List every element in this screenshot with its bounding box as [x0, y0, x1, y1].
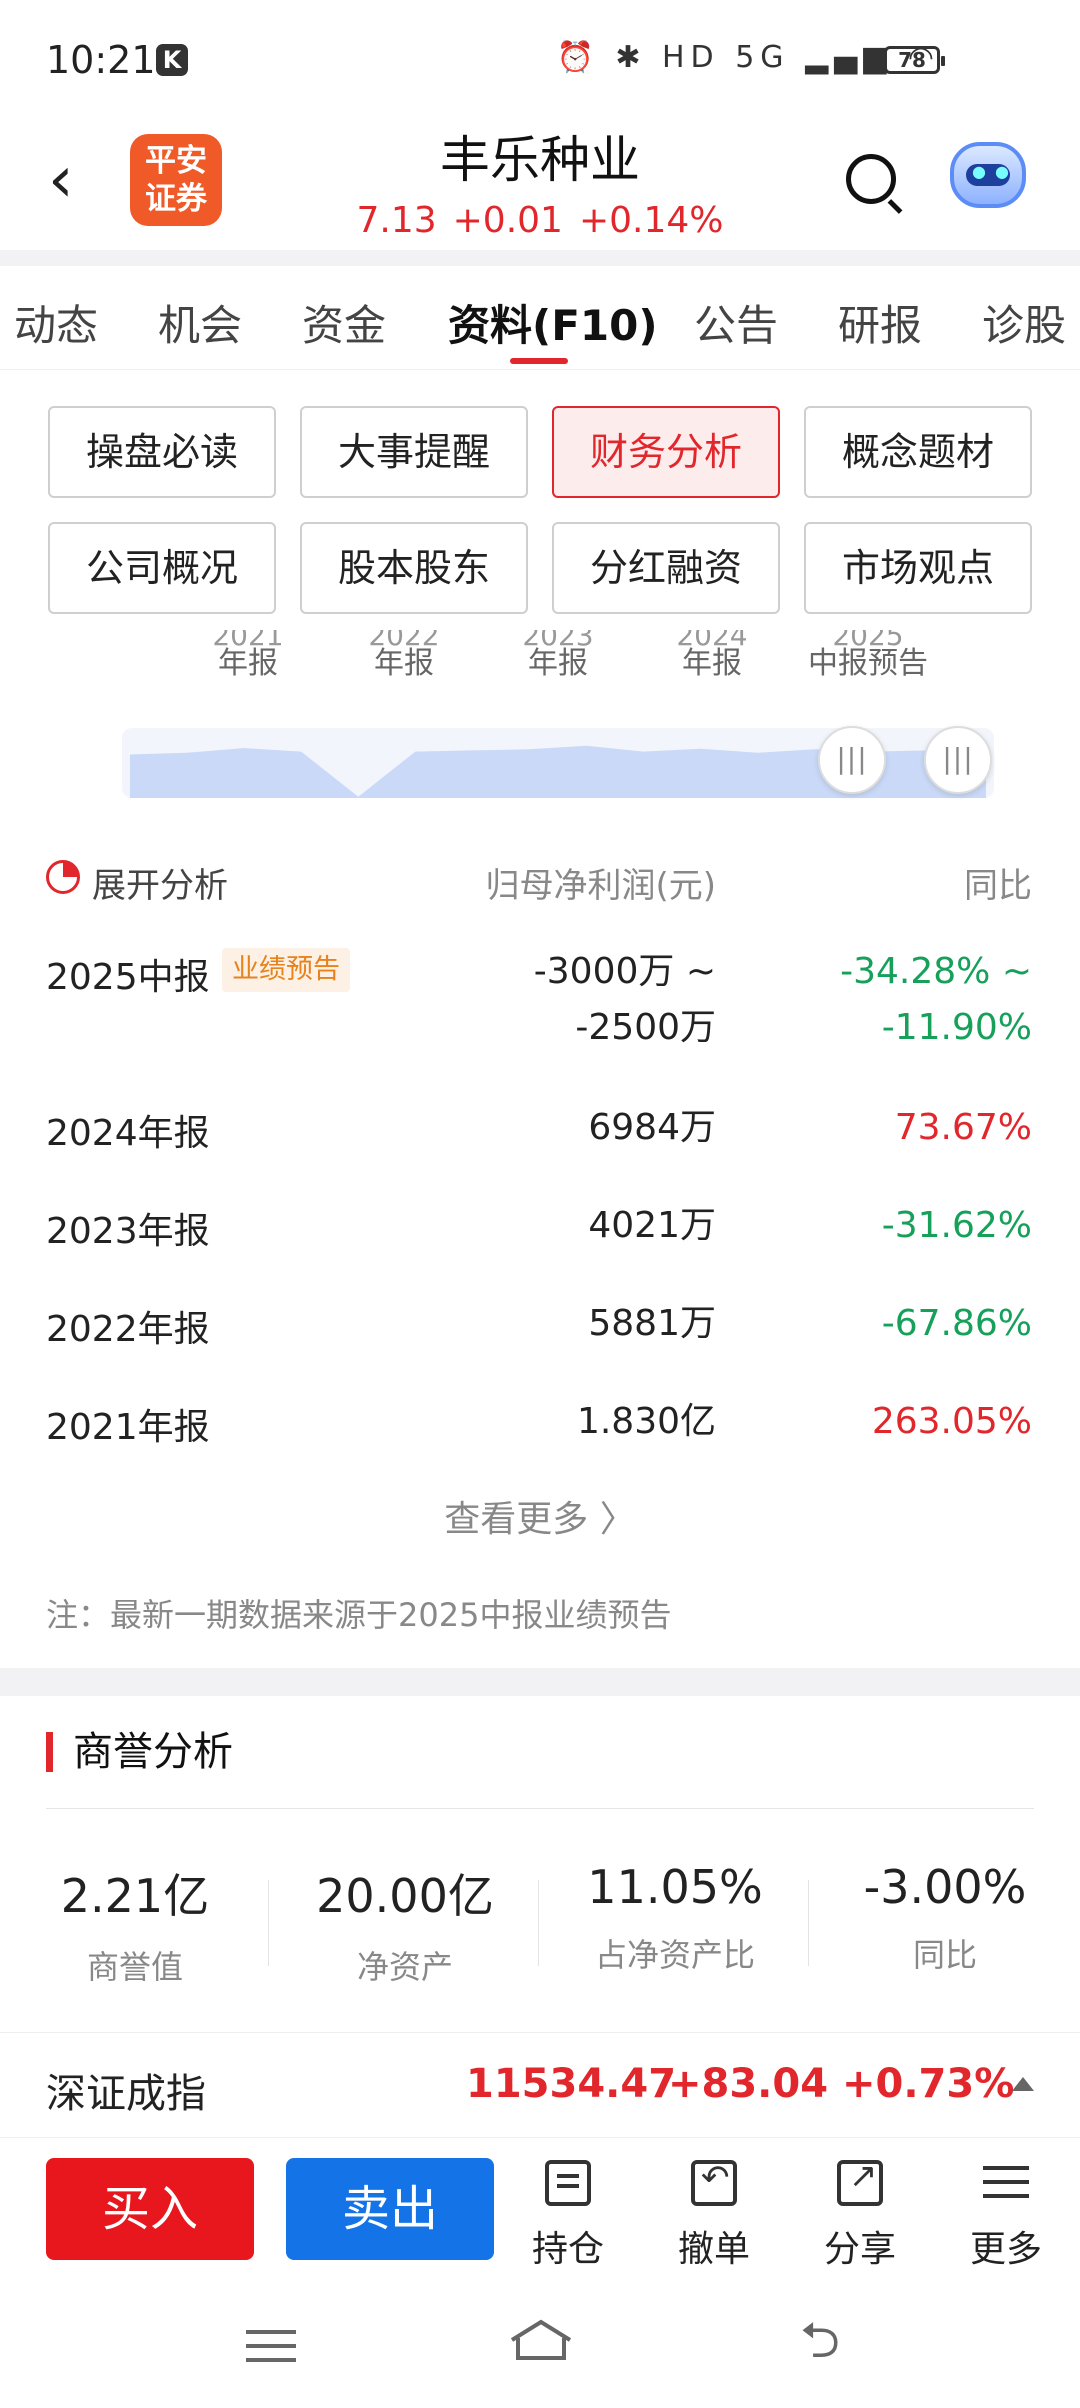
- pie-chart-icon[interactable]: [46, 860, 80, 894]
- btn-shareholders[interactable]: 股本股东: [300, 522, 528, 614]
- goodwill-stat: 2.21亿 商誉值: [60, 1869, 210, 1986]
- year-label: 2025 中报预告: [808, 630, 928, 681]
- cancel-order-button[interactable]: 撤单: [664, 2158, 764, 2272]
- col-header-yoy: 同比: [964, 866, 1032, 906]
- tab-opportunities[interactable]: 机会: [158, 292, 242, 353]
- status-time: 10:21: [46, 38, 156, 82]
- ai-assistant-robot-icon[interactable]: [950, 142, 1026, 208]
- index-ticker-bar[interactable]: 深证成指 11534.47 +83.04 +0.73%: [0, 2032, 1080, 2138]
- k-app-icon: K: [156, 44, 188, 76]
- divider: [0, 1668, 1080, 1696]
- row-yoy: -11.90%: [881, 1007, 1032, 1048]
- share-icon: [837, 2156, 883, 2206]
- btn-major-events[interactable]: 大事提醒: [300, 406, 528, 498]
- range-handle-left[interactable]: |||: [818, 726, 886, 794]
- status-icons: ⏰ ✱ HD 5G ▂▄▆ ◠: [556, 40, 940, 75]
- battery-icon: 78: [884, 46, 945, 74]
- year-label: 2021 年报: [212, 630, 284, 681]
- divider: [0, 250, 1080, 266]
- row-yoy: -67.86%: [881, 1303, 1032, 1344]
- row-period: 2023年报: [46, 1211, 210, 1252]
- range-handle-right[interactable]: |||: [924, 726, 992, 794]
- index-change: +83.04: [668, 2061, 829, 2107]
- row-value: 4021万: [588, 1205, 716, 1246]
- stock-name: 丰乐种业: [440, 131, 640, 189]
- separator: [268, 1880, 269, 1966]
- nav-home-icon[interactable]: [508, 2318, 574, 2362]
- holdings-icon: [545, 2160, 591, 2206]
- nav-menu-icon[interactable]: [246, 2330, 296, 2334]
- forecast-tag: 业绩预告: [222, 948, 350, 992]
- tab-funds[interactable]: 资金: [302, 292, 386, 353]
- row-value: 5881万: [588, 1303, 716, 1344]
- expand-analysis-toggle[interactable]: 展开分析: [92, 858, 228, 907]
- search-icon[interactable]: [846, 154, 896, 204]
- tab-announcements[interactable]: 公告: [694, 292, 778, 353]
- year-label: 2022 年报: [368, 630, 440, 681]
- status-bar: 10:21 K ⏰ ✱ HD 5G ▂▄▆ ◠ 78: [0, 0, 1080, 120]
- btn-financial-analysis[interactable]: 财务分析: [552, 406, 780, 498]
- buy-button[interactable]: 买入: [46, 2158, 254, 2260]
- holdings-button[interactable]: 持仓: [518, 2160, 618, 2272]
- tab-diagnosis[interactable]: 诊股: [982, 292, 1066, 353]
- index-change-pct: +0.73%: [842, 2061, 1015, 2107]
- row-yoy: 73.67%: [894, 1107, 1032, 1148]
- stock-price: 7.13: [356, 200, 437, 241]
- sell-button[interactable]: 卖出: [286, 2158, 494, 2260]
- active-tab-indicator: [510, 358, 568, 364]
- row-period: 2024年报: [46, 1113, 210, 1154]
- nav-back-icon[interactable]: ⮌: [800, 2315, 840, 2365]
- btn-dividends[interactable]: 分红融资: [552, 522, 780, 614]
- data-source-note: 注：最新一期数据来源于2025中报业绩预告: [46, 1596, 672, 1634]
- index-value: 11534.47: [466, 2061, 677, 2107]
- view-more-link[interactable]: 查看更多 〉: [0, 1490, 1080, 1542]
- tab-research[interactable]: 研报: [838, 292, 922, 353]
- expand-up-icon[interactable]: [1012, 2077, 1034, 2091]
- year-label: 2023 年报: [522, 630, 594, 681]
- btn-trading-must-read[interactable]: 操盘必读: [48, 406, 276, 498]
- separator: [808, 1880, 809, 1966]
- goodwill-stat: -3.00% 同比: [863, 1860, 1027, 1974]
- row-value: 6984万: [588, 1107, 716, 1148]
- row-value: -3000万 ~: [533, 951, 716, 992]
- year-label: 2024 年报: [676, 630, 748, 681]
- row-value: -2500万: [575, 1007, 716, 1048]
- row-period: 2025中报: [46, 957, 210, 998]
- tab-bar: 动态 机会 资金 资料(F10) 公告 研报 诊股: [0, 266, 1080, 370]
- row-yoy: -31.62%: [881, 1205, 1032, 1246]
- tab-f10[interactable]: 资料(F10): [448, 292, 658, 353]
- btn-concepts[interactable]: 概念题材: [804, 406, 1032, 498]
- row-yoy: -34.28% ~: [840, 951, 1032, 992]
- stock-change-pct: +0.14%: [578, 200, 724, 241]
- stock-quote: 7.13 +0.01 +0.14%: [0, 200, 1080, 241]
- stock-change: +0.01: [452, 200, 563, 241]
- share-button[interactable]: 分享: [810, 2156, 910, 2272]
- row-yoy: 263.05%: [871, 1401, 1032, 1442]
- separator: [538, 1880, 539, 1966]
- btn-company-profile[interactable]: 公司概况: [48, 522, 276, 614]
- stock-header: ‹ 平安 证券 丰乐种业 7.13 +0.01 +0.14%: [0, 120, 1080, 250]
- col-header-net-profit: 归母净利润(元): [485, 866, 716, 906]
- goodwill-stat: 11.05% 占净资产比: [587, 1860, 763, 1974]
- goodwill-stat: 20.00亿 净资产: [316, 1869, 494, 1986]
- row-period: 2022年报: [46, 1309, 210, 1350]
- index-name: 深证成指: [46, 2071, 206, 2117]
- more-menu-icon: [983, 2160, 1029, 2206]
- row-period: 2021年报: [46, 1407, 210, 1448]
- row-value: 1.830亿: [576, 1401, 716, 1442]
- cancel-order-icon: [691, 2158, 737, 2206]
- divider: [46, 1808, 1034, 1809]
- goodwill-title: 商誉分析: [46, 1732, 233, 1772]
- tab-dynamics[interactable]: 动态: [14, 292, 98, 353]
- btn-market-views[interactable]: 市场观点: [804, 522, 1032, 614]
- more-button[interactable]: 更多: [956, 2160, 1056, 2272]
